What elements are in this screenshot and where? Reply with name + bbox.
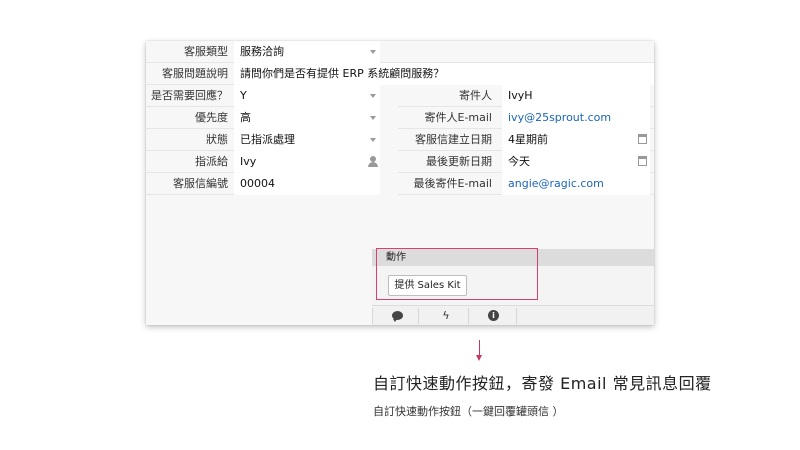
- form-row-assignee: 指派給 Ivy: [146, 151, 380, 173]
- caption-subtitle: 自訂快速動作按鈕（一鍵回覆罐頭信 ）: [373, 405, 564, 418]
- form-row-priority: 優先度 高: [146, 107, 380, 129]
- field-assignee[interactable]: Ivy: [234, 151, 380, 173]
- form-row-last-sent-email: 最後寄件E-mail angie@ragic.com: [398, 173, 654, 195]
- arrow-head-icon: [476, 355, 482, 361]
- form-row-sender: 寄件人 IvyH: [398, 85, 654, 107]
- form-row-ticket-number: 客服信編號 00004: [146, 173, 380, 195]
- field-label-status: 狀態: [206, 133, 228, 146]
- field-label-sender-email: 寄件人E-mail: [424, 111, 493, 124]
- toolbar-divider: [468, 308, 469, 324]
- toolbar-divider: [372, 308, 373, 324]
- chevron-down-icon[interactable]: [370, 138, 376, 142]
- info-icon[interactable]: i: [488, 310, 499, 321]
- user-icon[interactable]: [368, 156, 378, 168]
- form-row-service-type: 客服類型 服務洽詢: [146, 41, 654, 63]
- form-row-status: 狀態 已指派處理: [146, 129, 380, 151]
- form-row-issue-description: 客服問題說明 請問你們是否有提供 ERP 系統顧問服務？: [146, 63, 654, 85]
- field-label-assignee: 指派給: [195, 155, 228, 168]
- field-created-date[interactable]: 4星期前: [502, 129, 650, 151]
- form-row-sender-email: 寄件人E-mail ivy@25sprout.com: [398, 107, 654, 129]
- field-needs-reply-dropdown[interactable]: Y: [234, 85, 380, 107]
- chevron-down-icon[interactable]: [370, 50, 376, 54]
- field-label-created-date: 客服信建立日期: [415, 133, 492, 146]
- comment-icon[interactable]: [392, 311, 403, 322]
- bottom-toolbar: ϟ i: [372, 305, 654, 325]
- field-label-updated-date: 最後更新日期: [426, 155, 492, 168]
- field-service-type-dropdown[interactable]: 服務洽詢: [234, 41, 380, 63]
- form-row-needs-reply: 是否需要回應？ Y: [146, 85, 380, 107]
- field-updated-date[interactable]: 今天: [502, 151, 650, 173]
- arrow-down-icon: [479, 340, 480, 356]
- field-last-sent-email-link[interactable]: angie@ragic.com: [502, 173, 650, 195]
- chevron-down-icon[interactable]: [370, 94, 376, 98]
- field-label-priority: 優先度: [195, 111, 228, 124]
- caption-title: 自訂快速動作按鈕，寄發 Email 常見訊息回覆: [373, 374, 712, 393]
- field-label-ticket-number: 客服信編號: [173, 177, 228, 190]
- field-label-sender: 寄件人: [459, 89, 492, 102]
- lightning-icon[interactable]: ϟ: [440, 310, 452, 322]
- field-ticket-number[interactable]: 00004: [234, 173, 380, 195]
- highlight-box: [376, 248, 538, 300]
- field-sender-email-link[interactable]: ivy@25sprout.com: [502, 107, 650, 129]
- field-issue-description[interactable]: 請問你們是否有提供 ERP 系統顧問服務？: [234, 63, 654, 85]
- field-status-dropdown[interactable]: 已指派處理: [234, 129, 380, 151]
- form-row-updated-date: 最後更新日期 今天: [398, 151, 654, 173]
- field-label-service-type: 客服類型: [184, 45, 228, 58]
- toolbar-divider: [516, 308, 517, 324]
- field-label-needs-reply: 是否需要回應？: [151, 89, 228, 102]
- field-priority-dropdown[interactable]: 高: [234, 107, 380, 129]
- chevron-down-icon[interactable]: [370, 116, 376, 120]
- field-sender[interactable]: IvyH: [502, 85, 650, 107]
- calendar-icon[interactable]: [638, 156, 647, 166]
- toolbar-divider: [418, 308, 419, 324]
- field-label-issue-description: 客服問題說明: [162, 67, 228, 80]
- form-row-created-date: 客服信建立日期 4星期前: [398, 129, 654, 151]
- calendar-icon[interactable]: [638, 134, 647, 144]
- field-label-last-sent-email: 最後寄件E-mail: [413, 177, 493, 190]
